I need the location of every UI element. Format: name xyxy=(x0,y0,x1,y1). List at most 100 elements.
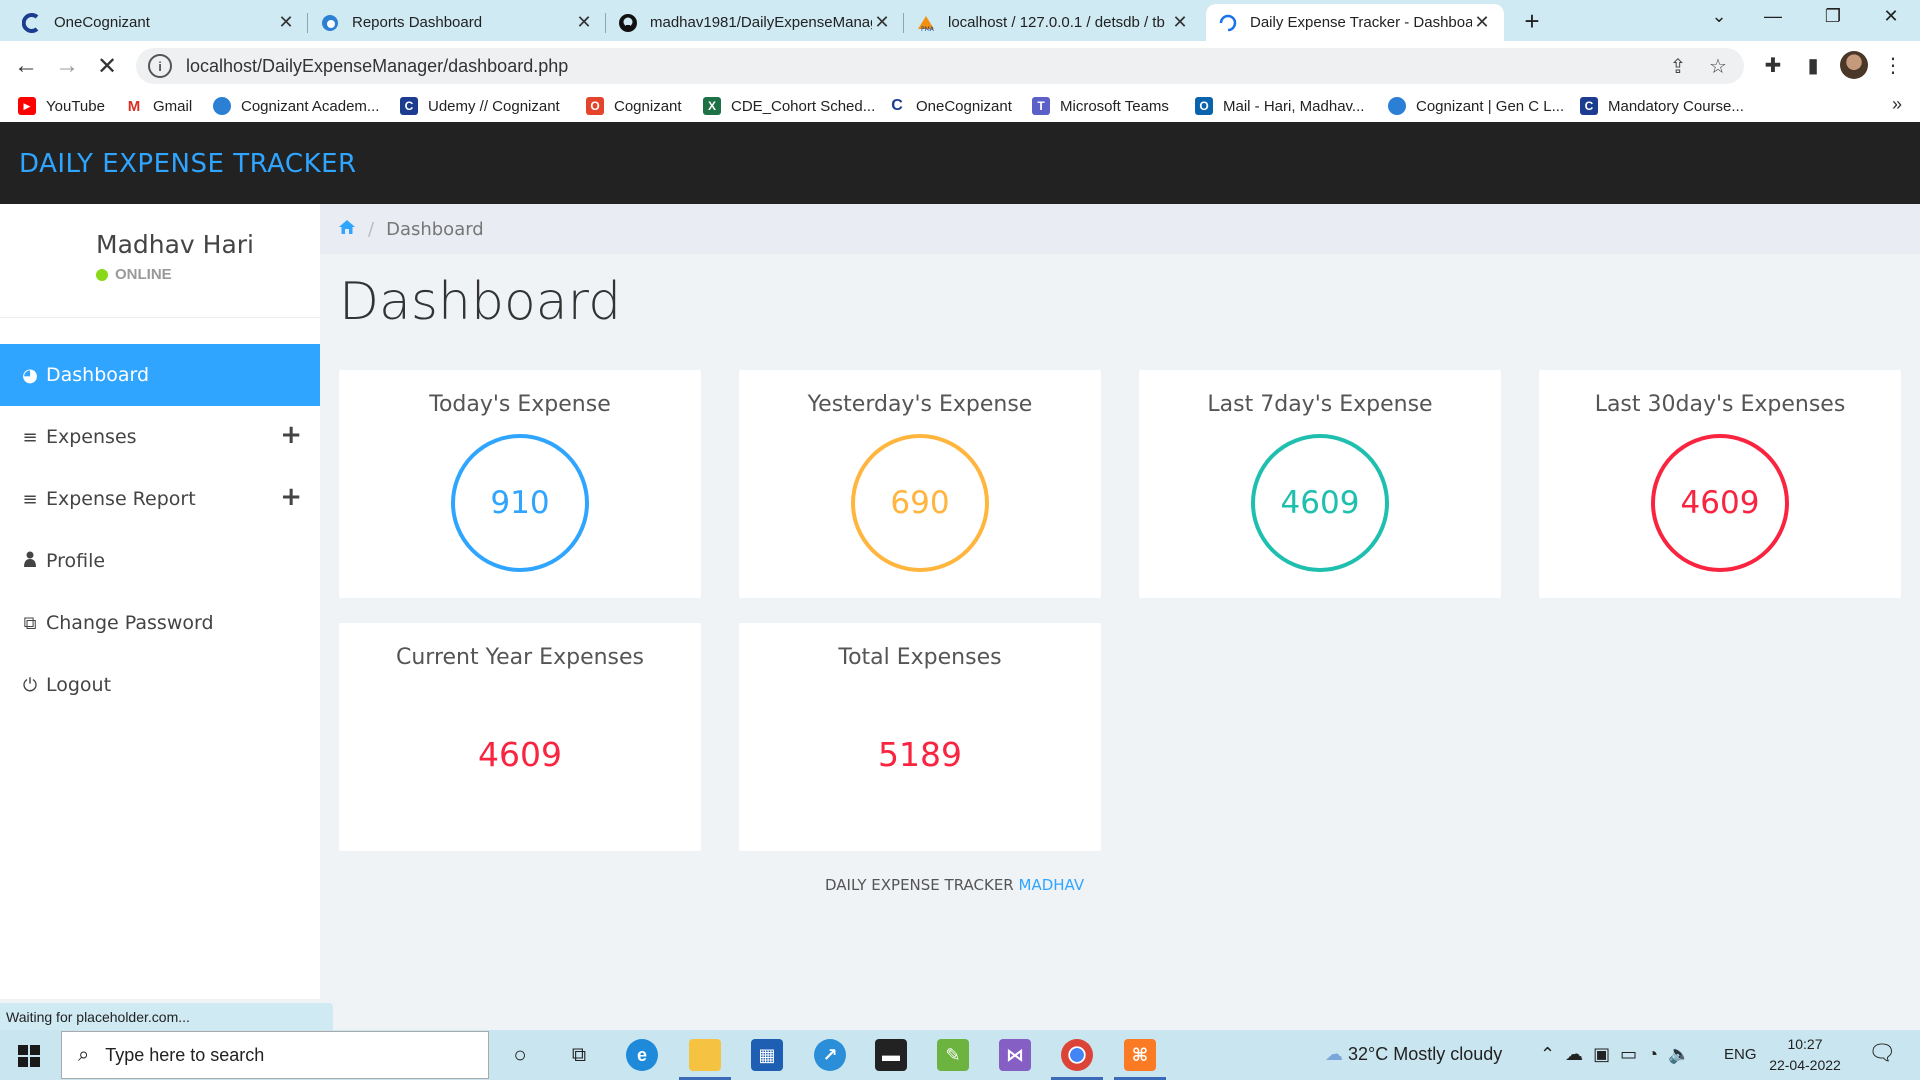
dashboard-icon: ◕ xyxy=(22,364,38,386)
bookmark-label: OneCognizant xyxy=(916,97,1012,115)
sidebar-item-label: Dashboard xyxy=(46,364,150,386)
loading-spinner-icon xyxy=(1218,13,1238,33)
share-icon[interactable]: ⇪ xyxy=(1666,54,1690,78)
cognizant-icon xyxy=(22,12,42,33)
store-icon[interactable]: ▦ xyxy=(751,1039,783,1071)
avatar[interactable] xyxy=(1840,51,1868,79)
bookmark-mandatory-course[interactable]: C Mandatory Course... xyxy=(1580,94,1744,118)
close-icon[interactable]: ✕ xyxy=(574,12,594,33)
sidebar-item-dashboard[interactable]: ◕ Dashboard xyxy=(0,344,320,406)
bookmark-udemy[interactable]: C Udemy // Cognizant xyxy=(400,94,560,118)
footer-link[interactable]: MADHAV xyxy=(1019,876,1085,894)
bookmark-teams[interactable]: T Microsoft Teams xyxy=(1032,94,1169,118)
taskbar-search[interactable]: ⌕ Type here to search xyxy=(61,1031,489,1079)
bookmark-mail[interactable]: O Mail - Hari, Madhav... xyxy=(1195,94,1364,118)
card-last-30-days-expenses: Last 30day's Expenses 4609 xyxy=(1539,370,1901,598)
bookmark-cde-cohort[interactable]: X CDE_Cohort Sched... xyxy=(703,94,875,118)
bookmark-label: Cognizant Academ... xyxy=(241,97,380,115)
wifi-icon[interactable]: ◔ xyxy=(1647,1044,1658,1064)
restore-button[interactable]: ❐ xyxy=(1818,6,1848,27)
more-bookmarks-icon[interactable]: » xyxy=(1892,94,1902,115)
status-badge: ONLINE xyxy=(96,266,172,283)
app-icon[interactable]: ↗ xyxy=(814,1039,846,1071)
tab-onecognizant[interactable]: OneCognizant ✕ xyxy=(10,4,308,41)
tab-title: Daily Expense Tracker - Dashboar xyxy=(1250,14,1472,31)
minimize-button[interactable]: — xyxy=(1758,6,1788,27)
bookmark-gmail[interactable]: M Gmail xyxy=(125,94,192,118)
weather-widget[interactable]: ☁ 32°C Mostly cloudy xyxy=(1325,1044,1502,1065)
bookmark-onecognizant[interactable]: C OneCognizant xyxy=(888,94,1012,118)
sidebar-item-label: Profile xyxy=(46,550,106,572)
breadcrumb-current: Dashboard xyxy=(386,218,484,240)
cloud-icon: ☁ xyxy=(1325,1044,1343,1064)
close-icon[interactable]: ✕ xyxy=(872,12,892,33)
language-indicator[interactable]: ENG xyxy=(1724,1046,1757,1063)
bookmark-cognizant[interactable]: O Cognizant xyxy=(586,94,682,118)
windows-start-button[interactable] xyxy=(18,1045,40,1067)
battery-icon[interactable]: ▭ xyxy=(1620,1044,1637,1064)
xampp-icon[interactable]: ⌘ xyxy=(1114,1039,1166,1080)
back-button[interactable]: ← xyxy=(10,50,42,82)
close-icon[interactable]: ✕ xyxy=(1472,12,1492,33)
tray-icons[interactable]: ⌃ ☁ ▣ ▭ ◔ 🔈 xyxy=(1540,1044,1691,1065)
bookmark-cognizant-academy[interactable]: Cognizant Academ... xyxy=(213,94,379,118)
menu-icon[interactable]: ⋮ xyxy=(1880,53,1906,79)
bookmark-label: Mail - Hari, Madhav... xyxy=(1223,97,1365,115)
close-icon[interactable]: ✕ xyxy=(276,12,296,33)
bookmark-youtube[interactable]: ▶ YouTube xyxy=(18,94,105,118)
github-icon xyxy=(618,13,638,33)
sidebar-item-logout[interactable]: ⏻ Logout xyxy=(0,654,320,716)
address-bar[interactable]: i localhost/DailyExpenseManager/dashboar… xyxy=(136,48,1744,84)
clock[interactable]: 10:27 22-04-2022 xyxy=(1760,1034,1850,1076)
side-panel-icon[interactable]: ▮ xyxy=(1800,53,1826,79)
home-icon[interactable] xyxy=(338,219,356,240)
file-explorer-icon[interactable] xyxy=(679,1039,731,1080)
sidebar-item-change-password[interactable]: ⧉ Change Password xyxy=(0,592,320,654)
app-brand[interactable]: DAILY EXPENSE TRACKER xyxy=(19,149,357,179)
sidebar-item-expenses[interactable]: ≡ Expenses + xyxy=(0,406,320,468)
chrome-icon[interactable] xyxy=(1051,1039,1103,1080)
tab-phpmyadmin[interactable]: PMA localhost / 127.0.0.1 / detsdb / tb … xyxy=(904,4,1202,41)
bookmark-label: Mandatory Course... xyxy=(1608,97,1744,115)
bookmark-star-icon[interactable]: ☆ xyxy=(1706,54,1730,78)
close-window-button[interactable]: ✕ xyxy=(1876,6,1906,27)
card-last-7-days-expense: Last 7day's Expense 4609 xyxy=(1139,370,1501,598)
tab-title: localhost / 127.0.0.1 / detsdb / tb xyxy=(948,14,1165,31)
sidebar-item-label: Logout xyxy=(46,674,112,696)
tab-reports-dashboard[interactable]: Reports Dashboard ✕ xyxy=(308,4,606,41)
sidebar-item-expense-report[interactable]: ≡ Expense Report + xyxy=(0,468,320,530)
card-value: 5189 xyxy=(878,735,962,774)
task-view-icon[interactable]: ⧉ xyxy=(563,1039,595,1071)
sidebar-item-profile[interactable]: Profile xyxy=(0,530,320,592)
extensions-icon[interactable]: ✚ xyxy=(1760,53,1786,79)
close-icon[interactable]: ✕ xyxy=(1170,12,1190,33)
url-text[interactable]: localhost/DailyExpenseManager/dashboard.… xyxy=(186,56,568,77)
weather-text: 32°C Mostly cloudy xyxy=(1348,1044,1503,1064)
onedrive-icon[interactable]: ☁ xyxy=(1565,1044,1583,1064)
terminal-icon[interactable]: ▬ xyxy=(875,1039,907,1071)
chevron-up-icon[interactable]: ⌃ xyxy=(1540,1044,1555,1064)
stop-loading-button[interactable]: ✕ xyxy=(91,50,123,82)
expand-plus-icon[interactable]: + xyxy=(280,420,302,450)
tab-search-chevron-icon[interactable]: ⌄ xyxy=(1704,6,1734,27)
tab-daily-expense-tracker[interactable]: Daily Expense Tracker - Dashboar ✕ xyxy=(1206,4,1504,41)
tab-github[interactable]: madhav1981/DailyExpenseManag ✕ xyxy=(606,4,904,41)
bookmarks-bar: ▶ YouTube M Gmail Cognizant Academ... C … xyxy=(0,90,1920,122)
notifications-icon[interactable]: 🗨 xyxy=(1868,1040,1896,1066)
site-info-icon[interactable]: i xyxy=(148,54,172,78)
edge-icon[interactable]: e xyxy=(626,1039,658,1071)
card-value-ring: 4609 xyxy=(1251,434,1389,572)
browser-tab-strip: OneCognizant ✕ Reports Dashboard ✕ madha… xyxy=(0,0,1920,41)
bookmark-label: YouTube xyxy=(46,97,105,115)
volume-icon[interactable]: 🔈 xyxy=(1668,1044,1690,1064)
notepad-plus-icon[interactable]: ✎ xyxy=(937,1039,969,1071)
forward-button[interactable]: → xyxy=(51,50,83,82)
windows-taskbar: ⌕ Type here to search ○ ⧉ e ▦ ↗ ▬ ✎ ⋈ ⌘ … xyxy=(0,1030,1920,1080)
new-tab-button[interactable]: + xyxy=(1517,6,1547,37)
meet-icon[interactable]: ▣ xyxy=(1593,1044,1610,1064)
expand-plus-icon[interactable]: + xyxy=(280,482,302,512)
visual-studio-icon[interactable]: ⋈ xyxy=(999,1039,1031,1071)
bookmark-gen-c[interactable]: Cognizant | Gen C L... xyxy=(1388,94,1564,118)
cortana-icon[interactable]: ○ xyxy=(504,1039,536,1071)
browser-status-text: Waiting for placeholder.com... xyxy=(0,1003,333,1031)
